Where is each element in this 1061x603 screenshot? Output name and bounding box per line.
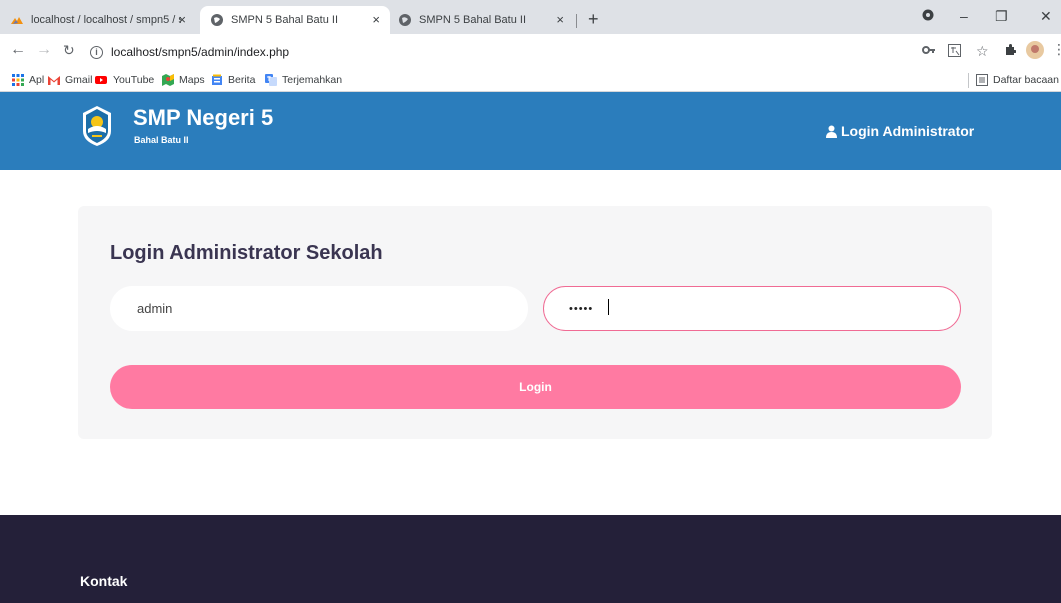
phpmyadmin-icon (11, 17, 23, 24)
restore-icon[interactable]: ❐ (995, 8, 1008, 25)
maps-icon (162, 74, 174, 86)
new-tab-button[interactable]: + (588, 10, 599, 28)
url-text[interactable]: localhost/smpn5/admin/index.php (111, 45, 289, 59)
bookmark-youtube[interactable]: YouTube (94, 74, 154, 86)
bookmarks-bar: Apl Gmail YouTube Maps Berita Terjemahka… (0, 70, 1061, 92)
browser-tab-phpmyadmin[interactable]: localhost / localhost / smpn5 / s × (0, 6, 196, 34)
back-icon[interactable]: ← (10, 42, 26, 58)
login-title: Login Administrator Sekolah (110, 242, 383, 264)
tab-title: SMPN 5 Bahal Batu II (419, 14, 526, 26)
info-icon[interactable]: i (90, 45, 103, 59)
reading-list-label: Daftar bacaan (993, 74, 1059, 86)
translate-page-icon[interactable] (948, 44, 961, 60)
globe-icon (211, 14, 223, 26)
nav-login-administrator-link[interactable]: Login Administrator (826, 123, 974, 139)
login-card: Login Administrator Sekolah ••••• Login (78, 206, 992, 439)
bookmark-label: Apl (29, 74, 45, 86)
close-tab-icon[interactable]: × (178, 12, 186, 27)
bookmark-apps[interactable]: Apl (12, 74, 44, 86)
profile-icon[interactable] (922, 8, 934, 24)
browser-tab-bar: localhost / localhost / smpn5 / s × SMPN… (0, 0, 1061, 34)
apps-grid-icon (12, 74, 24, 86)
close-tab-icon[interactable]: × (372, 12, 380, 27)
forward-icon[interactable]: → (36, 42, 52, 58)
site-header: SMP Negeri 5 Bahal Batu II Login Adminis… (0, 92, 1061, 170)
tab-divider (576, 14, 577, 28)
text-cursor (608, 299, 609, 315)
bookmark-label: Maps (179, 74, 205, 86)
news-icon (212, 74, 222, 85)
extensions-icon[interactable] (1004, 44, 1017, 59)
bookmark-label: Terjemahkan (282, 74, 343, 86)
minimize-icon[interactable]: – (960, 8, 968, 24)
more-menu-icon[interactable]: ⋮ (1052, 42, 1061, 56)
avatar[interactable] (1026, 41, 1044, 62)
youtube-icon (95, 76, 107, 84)
gmail-icon (48, 76, 60, 85)
bookmark-label: YouTube (113, 74, 155, 86)
translate-icon (265, 74, 277, 86)
window-close-icon[interactable]: ✕ (1040, 8, 1052, 25)
tab-title: localhost / localhost / smpn5 / s (31, 14, 181, 26)
bookmark-label: Berita (228, 74, 256, 86)
bookmark-label: Gmail (65, 74, 93, 86)
browser-tab[interactable]: SMPN 5 Bahal Batu II × (388, 6, 574, 34)
bookmark-gmail[interactable]: Gmail (48, 74, 92, 86)
password-input[interactable] (543, 286, 961, 331)
bookmark-maps[interactable]: Maps (162, 74, 205, 86)
username-input[interactable] (110, 286, 528, 331)
bookmark-berita[interactable]: Berita (211, 74, 255, 86)
tab-title: SMPN 5 Bahal Batu II (231, 14, 338, 26)
close-tab-icon[interactable]: × (556, 12, 564, 27)
reading-list-icon (976, 74, 988, 86)
tut-wuri-handayani-logo (83, 106, 111, 146)
bookmark-divider (968, 73, 969, 88)
login-button[interactable]: Login (110, 365, 961, 409)
reading-list-button[interactable]: Daftar bacaan (976, 74, 1059, 86)
school-name[interactable]: SMP Negeri 5 (133, 105, 273, 131)
globe-icon (399, 14, 411, 26)
footer-contact-heading: Kontak (80, 573, 128, 589)
reload-icon[interactable]: ↻ (63, 42, 75, 58)
school-location: Bahal Batu II (134, 135, 189, 145)
bookmark-translate[interactable]: Terjemahkan (265, 74, 342, 86)
password-mask: ••••• (569, 303, 594, 315)
user-icon (826, 125, 837, 138)
address-bar[interactable]: i localhost/smpn5/admin/index.php (90, 39, 910, 65)
nav-login-label: Login Administrator (841, 123, 975, 139)
bookmark-star-icon[interactable]: ☆ (976, 44, 989, 58)
footer: Kontak (0, 515, 1061, 603)
browser-toolbar: ← → ↻ i localhost/smpn5/admin/index.php … (0, 34, 1061, 70)
browser-tab-active[interactable]: SMPN 5 Bahal Batu II × (200, 6, 390, 34)
key-icon[interactable] (922, 44, 936, 58)
